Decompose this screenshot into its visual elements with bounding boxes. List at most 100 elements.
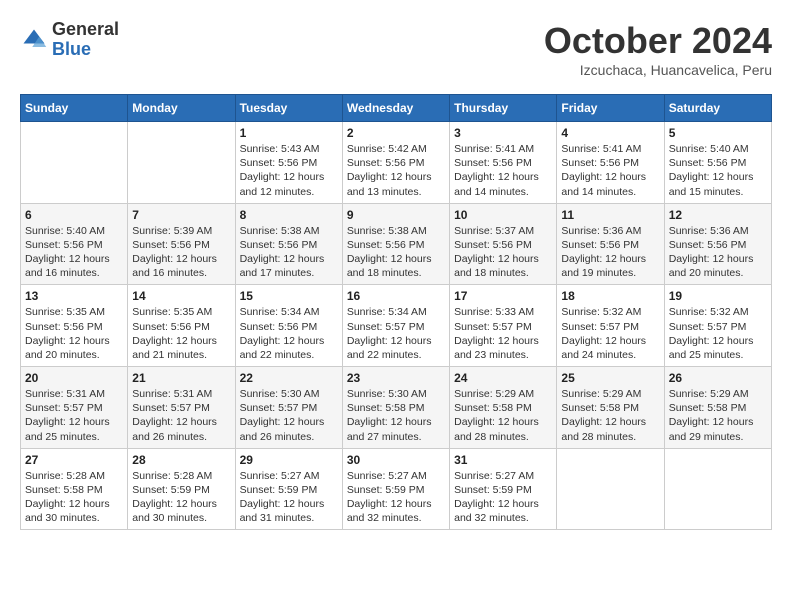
calendar-cell: 14 Sunrise: 5:35 AM Sunset: 5:56 PM Dayli…	[128, 285, 235, 367]
calendar-cell: 28 Sunrise: 5:28 AM Sunset: 5:59 PM Dayli…	[128, 448, 235, 530]
calendar-cell: 29Sunrise: 5:27 AM Sunset: 5:59 PM Dayli…	[235, 448, 342, 530]
location: Izcuchaca, Huancavelica, Peru	[544, 62, 772, 78]
calendar-cell: 7Sunrise: 5:39 AM Sunset: 5:56 PM Daylig…	[128, 203, 235, 285]
day-of-week-header: Sunday	[21, 95, 128, 122]
day-number: 14	[132, 289, 230, 303]
calendar-cell: 30Sunrise: 5:27 AM Sunset: 5:59 PM Dayli…	[342, 448, 449, 530]
day-info: Sunrise: 5:32 AM Sunset: 5:57 PM Dayligh…	[561, 305, 659, 362]
day-number: 3	[454, 126, 552, 140]
calendar-cell: 31 Sunrise: 5:27 AM Sunset: 5:59 PM Dayli…	[450, 448, 557, 530]
day-info: Sunrise: 5:33 AM Sunset: 5:57 PM Dayligh…	[454, 305, 552, 362]
day-info: Sunrise: 5:31 AM Sunset: 5:57 PM Dayligh…	[132, 387, 230, 444]
day-info: Sunrise: 5:28 AM Sunset: 5:58 PM Dayligh…	[25, 469, 123, 526]
day-of-week-header: Friday	[557, 95, 664, 122]
calendar-table: SundayMondayTuesdayWednesdayThursdayFrid…	[20, 94, 772, 530]
day-number: 31	[454, 453, 552, 467]
calendar-cell: 2Sunrise: 5:42 AM Sunset: 5:56 PM Daylig…	[342, 122, 449, 204]
day-of-week-header: Wednesday	[342, 95, 449, 122]
calendar-cell: 16Sunrise: 5:34 AM Sunset: 5:57 PM Dayli…	[342, 285, 449, 367]
calendar-cell: 10 Sunrise: 5:37 AM Sunset: 5:56 PM Dayli…	[450, 203, 557, 285]
calendar-cell: 4 Sunrise: 5:41 AM Sunset: 5:56 PM Daylig…	[557, 122, 664, 204]
day-number: 18	[561, 289, 659, 303]
calendar-cell: 18 Sunrise: 5:32 AM Sunset: 5:57 PM Dayli…	[557, 285, 664, 367]
calendar-cell: 25Sunrise: 5:29 AM Sunset: 5:58 PM Dayli…	[557, 367, 664, 449]
calendar-cell: 3 Sunrise: 5:41 AM Sunset: 5:56 PM Daylig…	[450, 122, 557, 204]
calendar-cell: 12 Sunrise: 5:36 AM Sunset: 5:56 PM Dayli…	[664, 203, 771, 285]
calendar-cell: 22 Sunrise: 5:30 AM Sunset: 5:57 PM Dayli…	[235, 367, 342, 449]
day-info: Sunrise: 5:40 AM Sunset: 5:56 PM Dayligh…	[669, 142, 767, 199]
day-info: Sunrise: 5:37 AM Sunset: 5:56 PM Dayligh…	[454, 224, 552, 281]
calendar-cell: 27 Sunrise: 5:28 AM Sunset: 5:58 PM Dayli…	[21, 448, 128, 530]
day-info: Sunrise: 5:30 AM Sunset: 5:57 PM Dayligh…	[240, 387, 338, 444]
day-number: 20	[25, 371, 123, 385]
day-number: 9	[347, 208, 445, 222]
day-number: 16	[347, 289, 445, 303]
calendar-cell: 15 Sunrise: 5:34 AM Sunset: 5:56 PM Dayli…	[235, 285, 342, 367]
day-of-week-header: Saturday	[664, 95, 771, 122]
day-number: 8	[240, 208, 338, 222]
day-info: Sunrise: 5:35 AM Sunset: 5:56 PM Dayligh…	[132, 305, 230, 362]
day-info: Sunrise: 5:31 AM Sunset: 5:57 PM Dayligh…	[25, 387, 123, 444]
day-info: Sunrise: 5:27 AM Sunset: 5:59 PM Dayligh…	[454, 469, 552, 526]
day-info: Sunrise: 5:38 AM Sunset: 5:56 PM Dayligh…	[240, 224, 338, 281]
day-info: Sunrise: 5:40 AM Sunset: 5:56 PM Dayligh…	[25, 224, 123, 281]
day-number: 19	[669, 289, 767, 303]
page-header: General Blue October 2024 Izcuchaca, Hua…	[20, 20, 772, 78]
logo-general-text: General	[52, 20, 119, 40]
day-number: 22	[240, 371, 338, 385]
day-info: Sunrise: 5:27 AM Sunset: 5:59 PM Dayligh…	[347, 469, 445, 526]
calendar-cell: 21 Sunrise: 5:31 AM Sunset: 5:57 PM Dayli…	[128, 367, 235, 449]
day-info: Sunrise: 5:29 AM Sunset: 5:58 PM Dayligh…	[454, 387, 552, 444]
day-info: Sunrise: 5:34 AM Sunset: 5:56 PM Dayligh…	[240, 305, 338, 362]
day-number: 1	[240, 126, 338, 140]
day-info: Sunrise: 5:29 AM Sunset: 5:58 PM Dayligh…	[669, 387, 767, 444]
day-number: 28	[132, 453, 230, 467]
day-number: 7	[132, 208, 230, 222]
day-info: Sunrise: 5:36 AM Sunset: 5:56 PM Dayligh…	[561, 224, 659, 281]
day-number: 17	[454, 289, 552, 303]
day-of-week-header: Tuesday	[235, 95, 342, 122]
month-title: October 2024	[544, 20, 772, 62]
day-number: 26	[669, 371, 767, 385]
day-info: Sunrise: 5:32 AM Sunset: 5:57 PM Dayligh…	[669, 305, 767, 362]
logo: General Blue	[20, 20, 119, 60]
calendar-cell: 26 Sunrise: 5:29 AM Sunset: 5:58 PM Dayli…	[664, 367, 771, 449]
day-info: Sunrise: 5:35 AM Sunset: 5:56 PM Dayligh…	[25, 305, 123, 362]
calendar-cell: 5 Sunrise: 5:40 AM Sunset: 5:56 PM Daylig…	[664, 122, 771, 204]
day-number: 12	[669, 208, 767, 222]
calendar-cell	[128, 122, 235, 204]
day-number: 11	[561, 208, 659, 222]
calendar-cell: 24 Sunrise: 5:29 AM Sunset: 5:58 PM Dayli…	[450, 367, 557, 449]
calendar-cell: 9 Sunrise: 5:38 AM Sunset: 5:56 PM Daylig…	[342, 203, 449, 285]
day-number: 25	[561, 371, 659, 385]
day-info: Sunrise: 5:30 AM Sunset: 5:58 PM Dayligh…	[347, 387, 445, 444]
day-info: Sunrise: 5:41 AM Sunset: 5:56 PM Dayligh…	[561, 142, 659, 199]
day-number: 21	[132, 371, 230, 385]
day-info: Sunrise: 5:43 AM Sunset: 5:56 PM Dayligh…	[240, 142, 338, 199]
day-info: Sunrise: 5:27 AM Sunset: 5:59 PM Dayligh…	[240, 469, 338, 526]
calendar-cell: 11 Sunrise: 5:36 AM Sunset: 5:56 PM Dayli…	[557, 203, 664, 285]
day-info: Sunrise: 5:36 AM Sunset: 5:56 PM Dayligh…	[669, 224, 767, 281]
day-info: Sunrise: 5:38 AM Sunset: 5:56 PM Dayligh…	[347, 224, 445, 281]
title-block: October 2024 Izcuchaca, Huancavelica, Pe…	[544, 20, 772, 78]
calendar-cell: 20 Sunrise: 5:31 AM Sunset: 5:57 PM Dayli…	[21, 367, 128, 449]
calendar-cell: 23Sunrise: 5:30 AM Sunset: 5:58 PM Dayli…	[342, 367, 449, 449]
calendar-cell: 8 Sunrise: 5:38 AM Sunset: 5:56 PM Daylig…	[235, 203, 342, 285]
day-number: 5	[669, 126, 767, 140]
calendar-cell: 1 Sunrise: 5:43 AM Sunset: 5:56 PM Daylig…	[235, 122, 342, 204]
day-number: 15	[240, 289, 338, 303]
day-number: 27	[25, 453, 123, 467]
logo-blue-text: Blue	[52, 40, 119, 60]
day-number: 24	[454, 371, 552, 385]
day-number: 10	[454, 208, 552, 222]
day-number: 6	[25, 208, 123, 222]
day-of-week-header: Monday	[128, 95, 235, 122]
day-number: 2	[347, 126, 445, 140]
day-info: Sunrise: 5:41 AM Sunset: 5:56 PM Dayligh…	[454, 142, 552, 199]
day-number: 13	[25, 289, 123, 303]
day-number: 4	[561, 126, 659, 140]
calendar-cell: 13 Sunrise: 5:35 AM Sunset: 5:56 PM Dayli…	[21, 285, 128, 367]
calendar-cell: 6 Sunrise: 5:40 AM Sunset: 5:56 PM Daylig…	[21, 203, 128, 285]
calendar-cell: 17 Sunrise: 5:33 AM Sunset: 5:57 PM Dayli…	[450, 285, 557, 367]
day-info: Sunrise: 5:28 AM Sunset: 5:59 PM Dayligh…	[132, 469, 230, 526]
